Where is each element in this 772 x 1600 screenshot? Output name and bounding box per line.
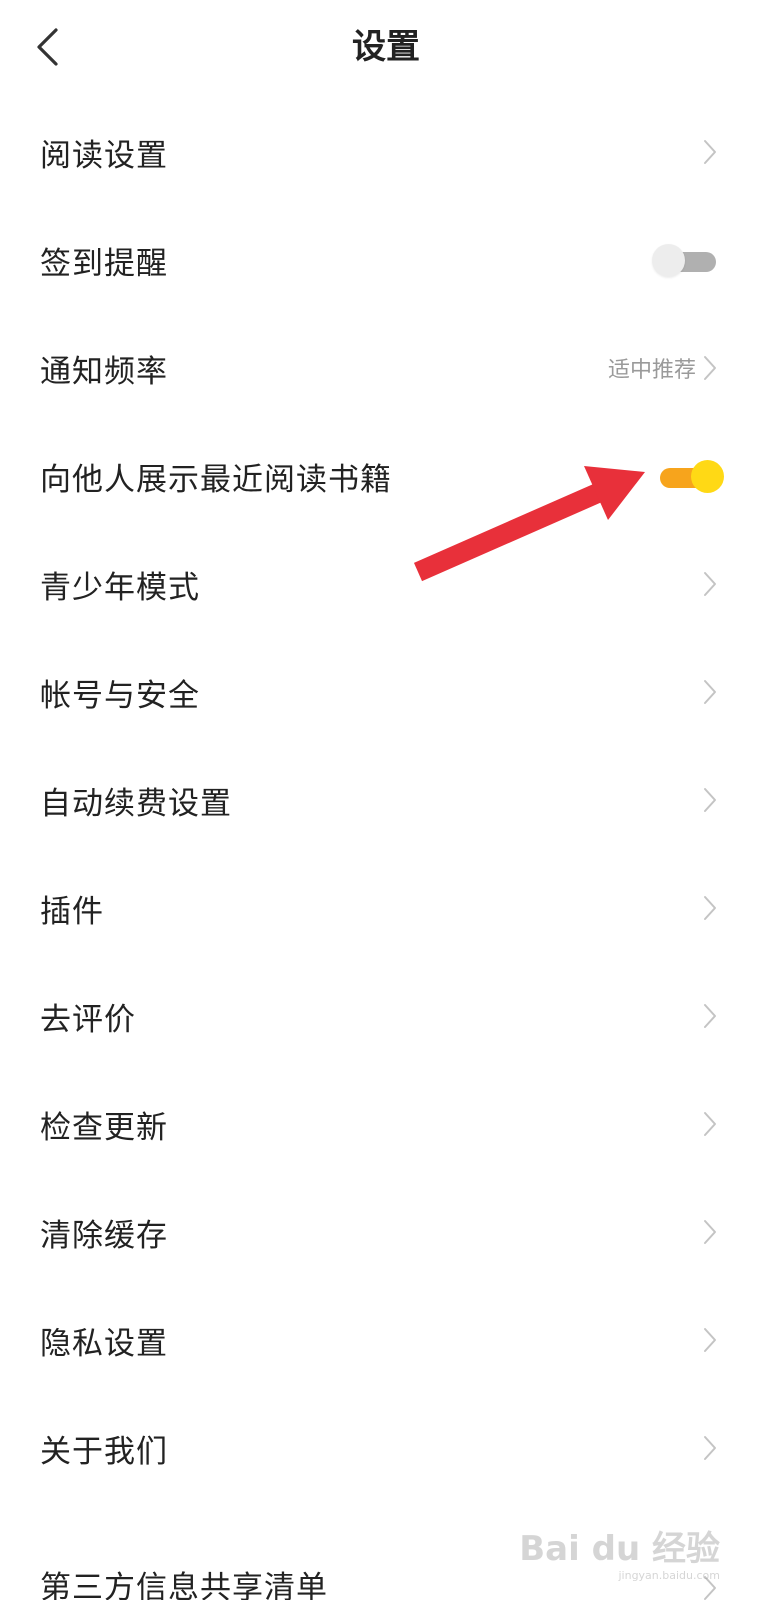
chevron-right-icon [702,1218,718,1246]
chevron-right-icon [702,570,718,598]
toggle-knob [652,244,685,277]
header-bar: 设置 [0,0,772,96]
setting-privacy[interactable]: 隐私设置 [0,1286,772,1394]
setting-check-update[interactable]: 检查更新 [0,1070,772,1178]
chevron-right-icon [702,786,718,814]
setting-auto-renewal[interactable]: 自动续费设置 [0,746,772,854]
setting-label: 检查更新 [40,1109,168,1146]
setting-label: 帐号与安全 [40,677,200,714]
setting-label: 第三方信息共享清单 [40,1570,328,1600]
chevron-right-icon [702,1110,718,1138]
setting-label: 通知频率 [40,353,168,390]
watermark-brand: Bai du 经验 [519,1529,720,1569]
notification-frequency-value: 适中推荐 [607,358,696,383]
chevron-right-icon [702,1326,718,1354]
setting-label: 青少年模式 [40,569,200,606]
setting-label: 关于我们 [40,1433,168,1470]
chevron-right-icon [702,1434,718,1462]
setting-account-security[interactable]: 帐号与安全 [0,638,772,746]
setting-plugins[interactable]: 插件 [0,854,772,962]
chevron-right-icon [702,354,718,382]
setting-about-us[interactable]: 关于我们 [0,1394,772,1502]
toggle-knob [691,460,724,493]
setting-notification-frequency[interactable]: 通知频率 适中推荐 [0,314,772,422]
setting-teen-mode[interactable]: 青少年模式 [0,530,772,638]
setting-rate-app[interactable]: 去评价 [0,962,772,1070]
chevron-right-icon [702,678,718,706]
setting-label: 自动续费设置 [40,785,232,822]
page-title: 设置 [352,27,420,67]
setting-label: 去评价 [40,1001,136,1038]
chevron-right-icon [702,138,718,166]
setting-label: 清除缓存 [40,1217,168,1254]
settings-list: 阅读设置 签到提醒 通知频率 适中推荐 向他人展示最近阅读书籍 青少年模式 帐号… [0,98,772,1600]
setting-label: 签到提醒 [40,245,168,282]
chevron-right-icon [702,1002,718,1030]
setting-show-recent-books[interactable]: 向他人展示最近阅读书籍 [0,422,772,530]
setting-label: 隐私设置 [40,1325,168,1362]
setting-reading-settings[interactable]: 阅读设置 [0,98,772,206]
setting-label: 向他人展示最近阅读书籍 [40,461,392,498]
show-recent-books-toggle[interactable] [656,459,724,493]
setting-label: 阅读设置 [40,137,168,174]
setting-label: 插件 [40,893,104,930]
setting-checkin-reminder[interactable]: 签到提醒 [0,206,772,314]
chevron-right-icon [702,894,718,922]
watermark-url: jingyan.baidu.com [618,1569,720,1582]
baidu-watermark: Bai du 经验 jingyan.baidu.com [519,1529,720,1582]
checkin-reminder-toggle[interactable] [652,243,720,277]
setting-clear-cache[interactable]: 清除缓存 [0,1178,772,1286]
